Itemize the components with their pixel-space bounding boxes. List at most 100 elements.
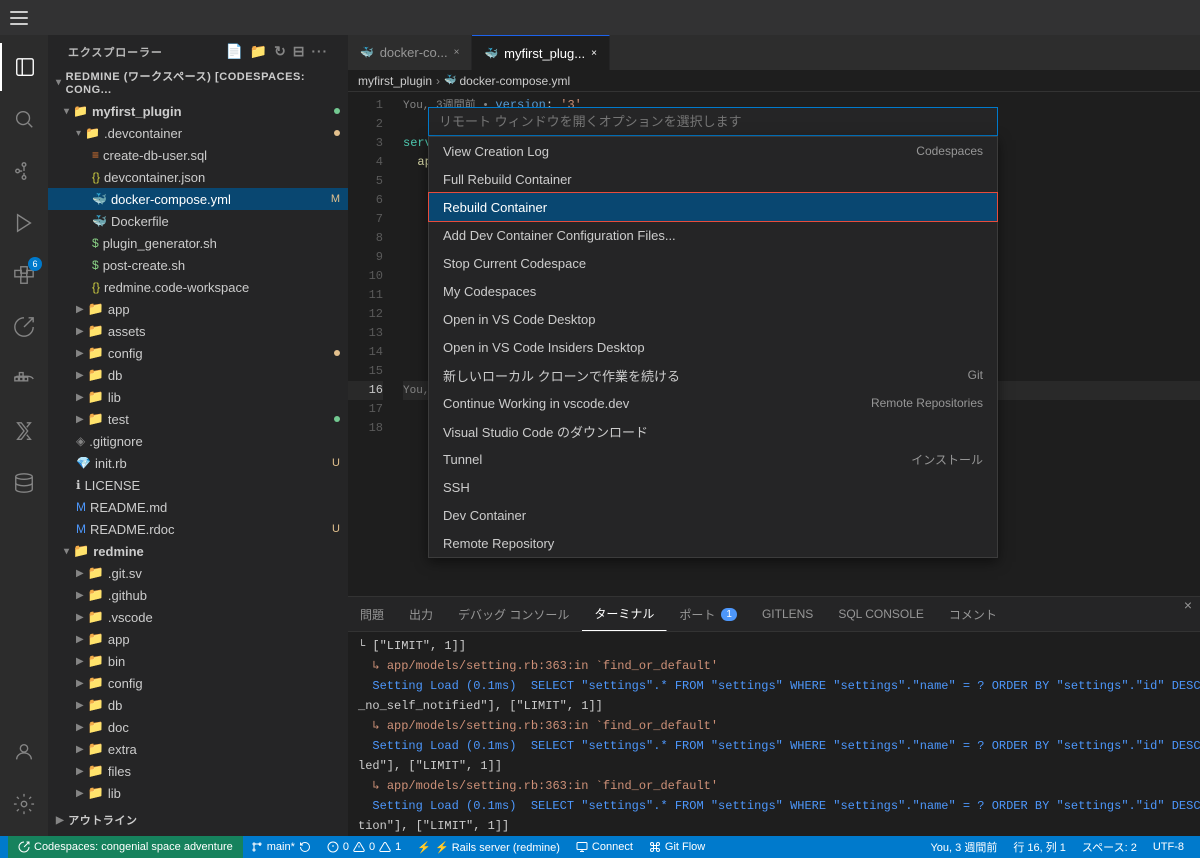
tree-item-assets[interactable]: ▶ 📁 assets bbox=[48, 320, 348, 342]
panel-tab-ports[interactable]: ポート 1 bbox=[667, 597, 750, 631]
tree-item-vscode[interactable]: ▶ 📁 .vscode bbox=[48, 606, 348, 628]
tree-item-redmine-lib[interactable]: ▶ 📁 lib bbox=[48, 782, 348, 804]
database-activity-icon[interactable] bbox=[0, 459, 48, 507]
status-line-col[interactable]: 行 16, 列 1 bbox=[1005, 839, 1074, 855]
tree-item-lib[interactable]: ▶ 📁 lib bbox=[48, 386, 348, 408]
tree-item-files[interactable]: ▶ 📁 files bbox=[48, 760, 348, 782]
dropdown-item-full-rebuild[interactable]: Full Rebuild Container bbox=[429, 165, 997, 193]
menu-icon[interactable] bbox=[10, 11, 28, 25]
panel-content[interactable]: └ ["LIMIT", 1]] ↳ app/models/setting.rb:… bbox=[348, 632, 1200, 836]
dropdown-item-tunnel[interactable]: Tunnel インストール bbox=[429, 445, 997, 473]
tree-item-app[interactable]: ▶ 📁 app bbox=[48, 298, 348, 320]
tree-item-redmine-db[interactable]: ▶ 📁 db bbox=[48, 694, 348, 716]
git-activity-icon[interactable] bbox=[0, 147, 48, 195]
status-spaces[interactable]: スペース: 2 bbox=[1074, 839, 1145, 855]
account-activity-icon[interactable] bbox=[0, 728, 48, 776]
panel-tab-sql-console[interactable]: SQL CONSOLE bbox=[826, 597, 937, 631]
tree-item-myfirst-plugin[interactable]: ▾ 📁 myfirst_plugin bbox=[48, 100, 348, 122]
dropdown-item-rebuild[interactable]: Rebuild Container bbox=[429, 193, 997, 221]
tree-item-post-create[interactable]: $ post-create.sh bbox=[48, 254, 348, 276]
terminal-line: _no_self_notified"], ["LIMIT", 1]] bbox=[348, 696, 1200, 716]
tree-item-redmine-app[interactable]: ▶ 📁 app bbox=[48, 628, 348, 650]
tree-item-gitignore[interactable]: ◈ .gitignore bbox=[48, 430, 348, 452]
dropdown-item-stop-codespace[interactable]: Stop Current Codespace bbox=[429, 249, 997, 277]
tree-item-license[interactable]: ℹ LICENSE bbox=[48, 474, 348, 496]
tree-item-db[interactable]: ▶ 📁 db bbox=[48, 364, 348, 386]
tree-item-git-sv[interactable]: ▶ 📁 .git.sv bbox=[48, 562, 348, 584]
tab-docker-compose[interactable]: 🐳 docker-co... × bbox=[348, 35, 472, 70]
command-search-input[interactable] bbox=[439, 114, 987, 129]
tree-item-github[interactable]: ▶ 📁 .github bbox=[48, 584, 348, 606]
tree-item-plugin-gen[interactable]: $ plugin_generator.sh bbox=[48, 232, 348, 254]
tree-item-redmine-root[interactable]: ▾ 📁 redmine bbox=[48, 540, 348, 562]
tree-item-doc[interactable]: ▶ 📁 doc bbox=[48, 716, 348, 738]
dropdown-item-dev-container[interactable]: Dev Container bbox=[429, 501, 997, 529]
tree-item-readme-rdoc[interactable]: M README.rdoc U bbox=[48, 518, 348, 540]
explorer-activity-icon[interactable] bbox=[0, 43, 48, 91]
dropdown-item-new-local-clone[interactable]: 新しいローカル クローンで作業を続ける Git bbox=[429, 361, 997, 389]
sidebar: エクスプローラー 📄 📁 ↻ ⊟ ··· ▾ REDMINE (ワークスペース)… bbox=[48, 35, 348, 836]
tree-item-test[interactable]: ▶ 📁 test bbox=[48, 408, 348, 430]
status-remote[interactable]: Codespaces: congenial space adventure bbox=[8, 836, 243, 858]
extensions-activity-icon[interactable]: 6 bbox=[0, 251, 48, 299]
outline-section[interactable]: ▶ アウトライン bbox=[48, 808, 348, 832]
status-rails-server[interactable]: ⚡ ⚡ Rails server (redmine) bbox=[409, 836, 568, 858]
tree-item-init-rb[interactable]: 💎 init.rb U bbox=[48, 452, 348, 474]
terminal-line: Setting Load (0.1ms) SELECT "settings".*… bbox=[348, 676, 1200, 696]
dropdown-item-ssh[interactable]: SSH bbox=[429, 473, 997, 501]
new-folder-icon[interactable]: 📁 bbox=[250, 43, 268, 60]
status-branch[interactable]: main* bbox=[243, 836, 319, 858]
panel-close-button[interactable]: × bbox=[1176, 597, 1200, 631]
tree-item-devcontainer-json[interactable]: {} devcontainer.json bbox=[48, 166, 348, 188]
settings-activity-icon[interactable] bbox=[0, 780, 48, 828]
title-bar bbox=[0, 0, 1200, 35]
tree-item-redmine-workspace[interactable]: {} redmine.code-workspace bbox=[48, 276, 348, 298]
dropdown-item-add-dev-container[interactable]: Add Dev Container Configuration Files... bbox=[429, 221, 997, 249]
tab-myfirst-plugin[interactable]: 🐳 myfirst_plug... × bbox=[472, 35, 609, 70]
more-options-icon[interactable]: ··· bbox=[311, 43, 328, 60]
tree-item-create-db-user[interactable]: ≡ create-db-user.sql bbox=[48, 144, 348, 166]
refresh-icon[interactable]: ↻ bbox=[274, 43, 287, 60]
activity-bar: 6 bbox=[0, 35, 48, 836]
dropdown-item-continue-vscode-dev[interactable]: Continue Working in vscode.dev Remote Re… bbox=[429, 389, 997, 417]
test-activity-icon[interactable] bbox=[0, 407, 48, 455]
status-errors[interactable]: 0 0 1 bbox=[319, 836, 409, 858]
dropdown-item-open-vscode-insiders[interactable]: Open in VS Code Insiders Desktop bbox=[429, 333, 997, 361]
remote-activity-icon[interactable] bbox=[0, 303, 48, 351]
status-git-flow[interactable]: Git Flow bbox=[641, 836, 713, 858]
dropdown-item-remote-repository[interactable]: Remote Repository bbox=[429, 529, 997, 557]
tree-item-docker-compose[interactable]: 🐳 docker-compose.yml M bbox=[48, 188, 348, 210]
command-search-container[interactable] bbox=[428, 107, 998, 136]
tree-item-redmine-config[interactable]: ▶ 📁 config bbox=[48, 672, 348, 694]
dropdown-item-view-creation-log[interactable]: View Creation Log Codespaces bbox=[429, 137, 997, 165]
new-file-icon[interactable]: 📄 bbox=[225, 43, 243, 60]
panel-tab-terminal[interactable]: ターミナル bbox=[582, 597, 667, 631]
tree-item-extra[interactable]: ▶ 📁 extra bbox=[48, 738, 348, 760]
panel-tab-debug-console[interactable]: デバッグ コンソール bbox=[446, 597, 582, 631]
panel-tab-comments[interactable]: コメント bbox=[937, 597, 1010, 631]
workspace-section-header[interactable]: ▾ REDMINE (ワークスペース) [CODESPACES: CONG... bbox=[48, 64, 348, 100]
docker-activity-icon[interactable] bbox=[0, 355, 48, 403]
status-author[interactable]: You, 3 週間前 bbox=[922, 839, 1005, 855]
sidebar-header-icons[interactable]: 📄 📁 ↻ ⊟ ··· bbox=[225, 43, 328, 60]
terminal-line: ↳ app/models/setting.rb:363:in `find_or_… bbox=[348, 716, 1200, 736]
status-encoding[interactable]: UTF-8 bbox=[1145, 841, 1192, 853]
tree-item-devcontainer[interactable]: ▾ 📁 .devcontainer bbox=[48, 122, 348, 144]
dropdown-item-download-vscode[interactable]: Visual Studio Code のダウンロード bbox=[429, 417, 997, 445]
modified-indicator: M bbox=[331, 193, 340, 205]
panel-tab-gitlens[interactable]: GITLENS bbox=[750, 597, 826, 631]
panel-tab-problems[interactable]: 問題 bbox=[348, 597, 397, 631]
terminal-line: ↳ app/models/setting.rb:363:in `find_or_… bbox=[348, 656, 1200, 676]
run-activity-icon[interactable] bbox=[0, 199, 48, 247]
dropdown-item-open-vscode[interactable]: Open in VS Code Desktop bbox=[429, 305, 997, 333]
dropdown-item-my-codespaces[interactable]: My Codespaces bbox=[429, 277, 997, 305]
tree-item-readme-md[interactable]: M README.md bbox=[48, 496, 348, 518]
status-connect[interactable]: Connect bbox=[568, 836, 641, 858]
tree-item-bin[interactable]: ▶ 📁 bin bbox=[48, 650, 348, 672]
collapse-icon[interactable]: ⊟ bbox=[293, 43, 306, 60]
tree-item-dockerfile[interactable]: 🐳 Dockerfile bbox=[48, 210, 348, 232]
panel-tabs: 問題 出力 デバッグ コンソール ターミナル ポート bbox=[348, 597, 1200, 632]
tree-item-config[interactable]: ▶ 📁 config bbox=[48, 342, 348, 364]
panel-tab-output[interactable]: 出力 bbox=[397, 597, 446, 631]
search-activity-icon[interactable] bbox=[0, 95, 48, 143]
